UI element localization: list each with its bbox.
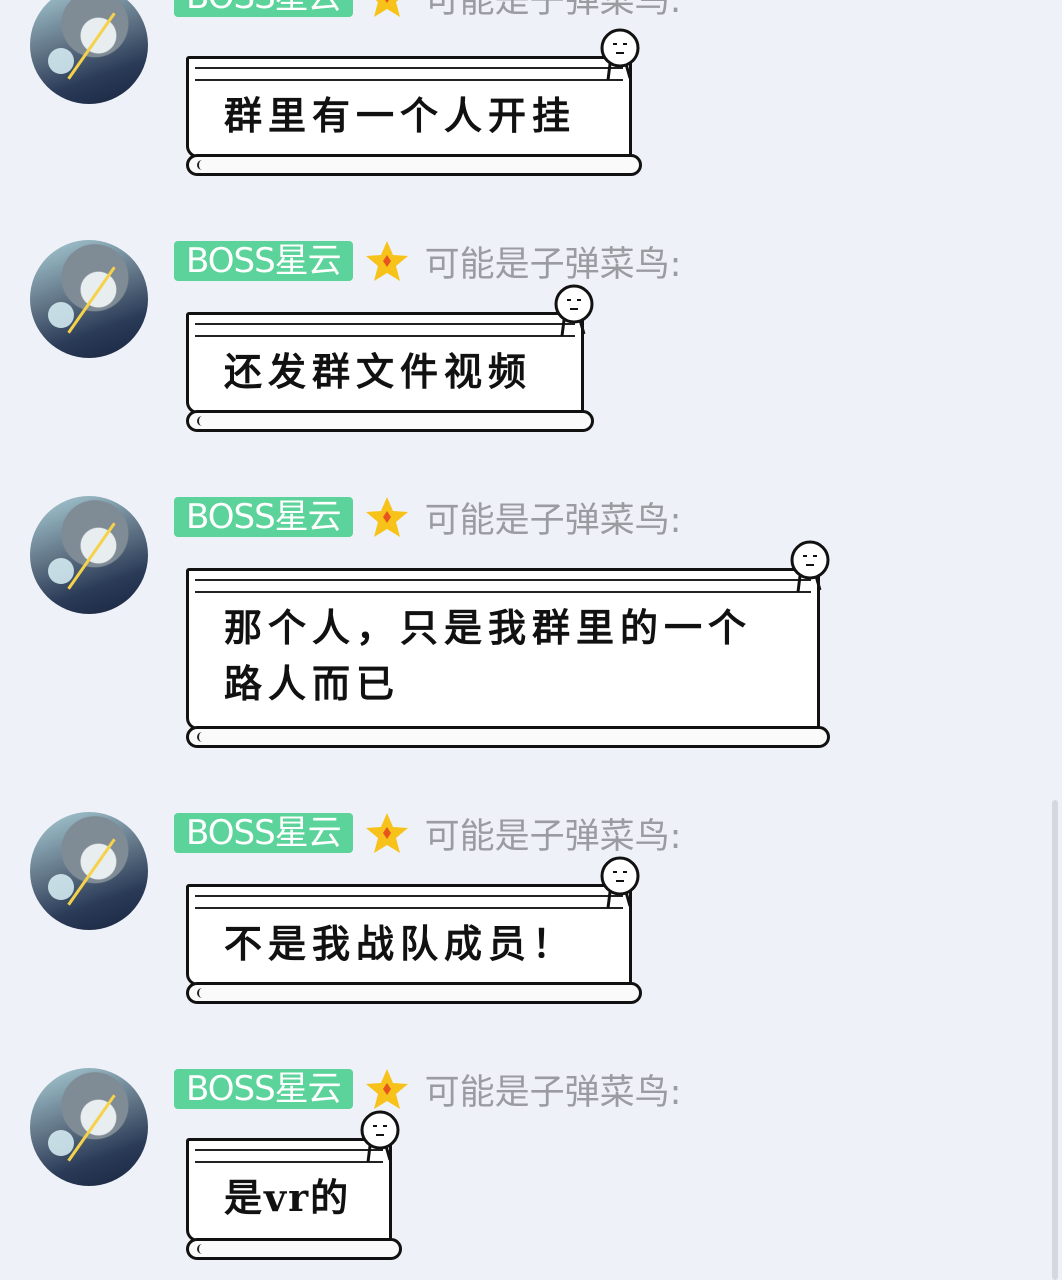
sender-nickname: 可能是子弹菜鸟: — [424, 1072, 682, 1113]
star-icon — [373, 0, 400, 17]
group-title-badge: BOSS星云 — [174, 497, 353, 537]
stick-figure-icon — [360, 1110, 400, 1163]
message-bubble[interactable]: 那个人，只是我群里的一个路人而已 — [186, 540, 830, 748]
sender-nickname: 可能是子弹菜鸟: — [424, 0, 682, 21]
star-icon — [365, 1069, 408, 1109]
group-title-badge: BOSS星云 — [174, 1069, 353, 1109]
sender-nickname: 可能是子弹菜鸟: — [424, 244, 682, 285]
sender-nickname: 可能是子弹菜鸟: — [424, 500, 682, 541]
group-title-badge: BOSS星云 — [174, 813, 353, 853]
star-icon — [365, 813, 408, 853]
stick-figure-icon — [600, 856, 640, 909]
group-title-badge: BOSS星云 — [174, 241, 353, 281]
chat-message: BOSS星云 可能是子弹菜鸟: 那个人，只是我群里的一个路人而已 — [0, 494, 1062, 754]
stick-figure-icon — [790, 540, 830, 593]
sender-header: BOSS星云 可能是子弹菜鸟: — [174, 240, 681, 285]
message-text: 还发群文件视频 — [224, 349, 533, 394]
star-icon — [365, 241, 408, 281]
message-text: 不是我战队成员！ — [224, 921, 577, 966]
message-text: 是vr的 — [224, 1175, 351, 1220]
sender-nickname: 可能是子弹菜鸟: — [424, 816, 682, 857]
chat-message: BOSS星云 可能是子弹菜鸟: 群里有一个人开挂 — [0, 0, 1062, 186]
sender-header: BOSS星云 可能是子弹菜鸟: — [174, 496, 681, 541]
message-bubble[interactable]: 是vr的 — [186, 1110, 402, 1260]
message-text: 那个人，只是我群里的一个路人而已 — [224, 605, 753, 706]
chat-message: BOSS星云 可能是子弹菜鸟: 不是我战队成员！ — [0, 810, 1062, 1010]
sender-header: BOSS星云 可能是子弹菜鸟: — [174, 812, 681, 857]
chat-message: BOSS星云 可能是子弹菜鸟: 是vr的 — [0, 1066, 1062, 1276]
star-icon — [365, 497, 408, 537]
avatar[interactable] — [30, 496, 148, 614]
message-text: 群里有一个人开挂 — [224, 93, 577, 138]
scrollbar[interactable] — [1052, 800, 1058, 1280]
message-bubble[interactable]: 还发群文件视频 — [186, 284, 594, 432]
group-title-badge: BOSS星云 — [174, 0, 353, 17]
message-bubble[interactable]: 不是我战队成员！ — [186, 856, 642, 1004]
message-bubble[interactable]: 群里有一个人开挂 — [186, 28, 642, 176]
avatar[interactable] — [30, 1068, 148, 1186]
sender-header: BOSS星云 可能是子弹菜鸟: — [174, 1068, 681, 1113]
avatar[interactable] — [30, 0, 148, 104]
avatar[interactable] — [30, 812, 148, 930]
avatar[interactable] — [30, 240, 148, 358]
stick-figure-icon — [554, 284, 594, 337]
chat-message: BOSS星云 可能是子弹菜鸟: 还发群文件视频 — [0, 238, 1062, 438]
sender-header: BOSS星云 可能是子弹菜鸟: — [174, 0, 681, 21]
stick-figure-icon — [600, 28, 640, 81]
